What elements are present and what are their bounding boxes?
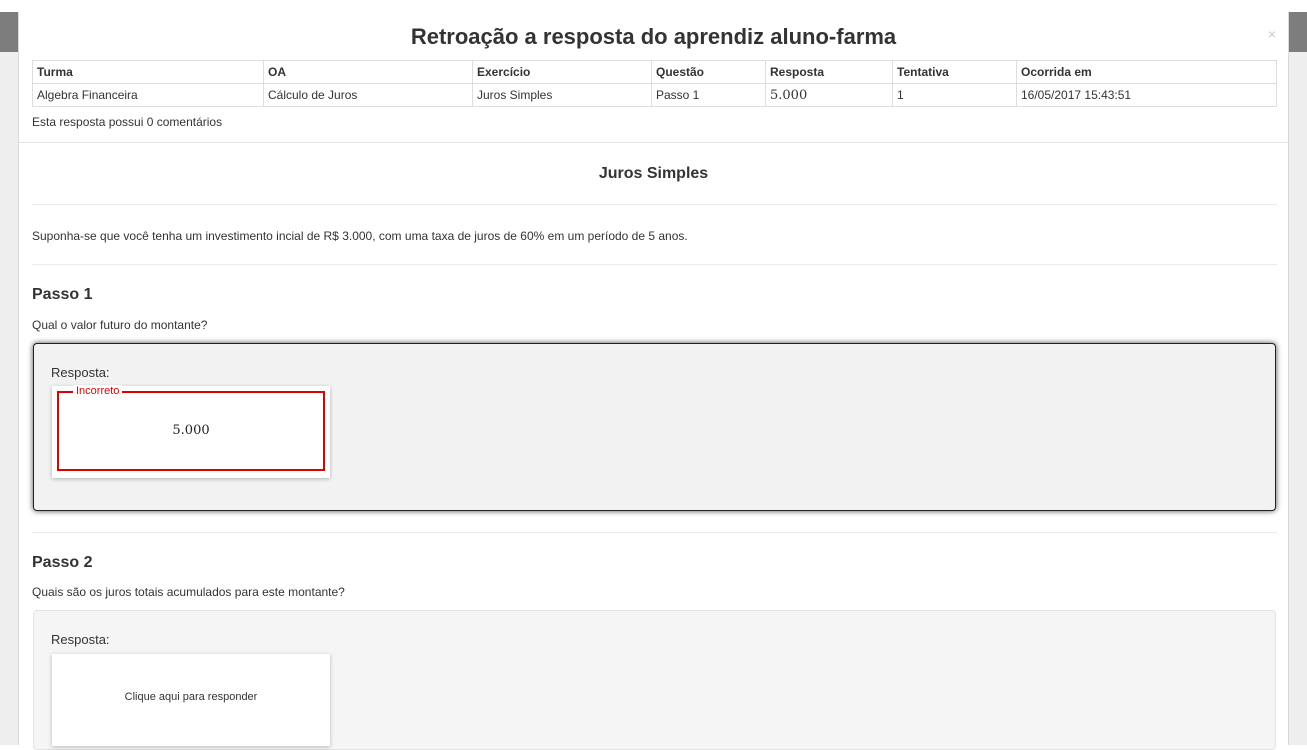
divider [32, 532, 1277, 533]
incorrect-frame: Incorreto 5.000 [57, 385, 325, 471]
response-info-table: Turma OA Exercício Questão Resposta Tent… [32, 60, 1277, 107]
cell-exercicio: Juros Simples [472, 83, 652, 107]
header-exercicio: Exercício [472, 60, 652, 84]
cell-ocorrida-em: 16/05/2017 15:43:51 [1016, 83, 1277, 107]
backdrop-header-shade [0, 12, 18, 52]
exercise-statement: Suponha-se que você tenha um investiment… [32, 229, 688, 243]
cell-tentativa: 1 [892, 83, 1017, 107]
table-row: Algebra Financeira Cálculo de Juros Juro… [32, 83, 1277, 107]
cell-resposta: 5.000 [765, 83, 893, 107]
header-oa: OA [263, 60, 473, 84]
answer-value: 5.000 [172, 423, 210, 438]
feedback-modal: Retroação a resposta do aprendiz aluno-f… [18, 12, 1289, 750]
header-turma: Turma [32, 60, 264, 84]
step-2-title: Passo 2 [32, 554, 93, 571]
step-2-answer-label: Resposta: [51, 632, 110, 647]
step-1-answer-label: Resposta: [51, 365, 110, 380]
header-ocorrida-em: Ocorrida em [1016, 60, 1277, 84]
exercise-title: Juros Simples [598, 165, 709, 182]
step-2-answer-button[interactable]: Clique aqui para responder [52, 654, 330, 746]
page-top-strip [0, 0, 1307, 12]
step-1-question: Qual o valor futuro do montante? [32, 318, 208, 332]
cell-questao: Passo 1 [651, 83, 766, 107]
divider [32, 204, 1277, 205]
backdrop-right [1289, 12, 1307, 745]
header-tentativa: Tentativa [892, 60, 1017, 84]
step-1-title: Passo 1 [32, 286, 93, 303]
step-1-answer-card[interactable]: Incorreto 5.000 [52, 385, 330, 478]
header-resposta: Resposta [765, 60, 893, 84]
modal-title: Retroação a resposta do aprendiz aluno-f… [410, 24, 897, 49]
cell-oa: Cálculo de Juros [263, 83, 473, 107]
close-icon[interactable]: × [1268, 26, 1276, 42]
backdrop-header-shade [1289, 12, 1307, 52]
comment-count: Esta resposta possui 0 comentários [32, 115, 223, 129]
modal-header: Retroação a resposta do aprendiz aluno-f… [19, 12, 1288, 143]
incorrect-label: Incorreto [73, 385, 123, 397]
header-questao: Questão [651, 60, 766, 84]
table-header-row: Turma OA Exercício Questão Resposta Tent… [32, 60, 1277, 84]
click-to-answer-text: Clique aqui para responder [124, 691, 258, 703]
backdrop-left [0, 12, 18, 745]
cell-turma: Algebra Financeira [32, 83, 264, 107]
divider [32, 264, 1277, 265]
step-2-question: Quais são os juros totais acumulados par… [32, 585, 345, 599]
